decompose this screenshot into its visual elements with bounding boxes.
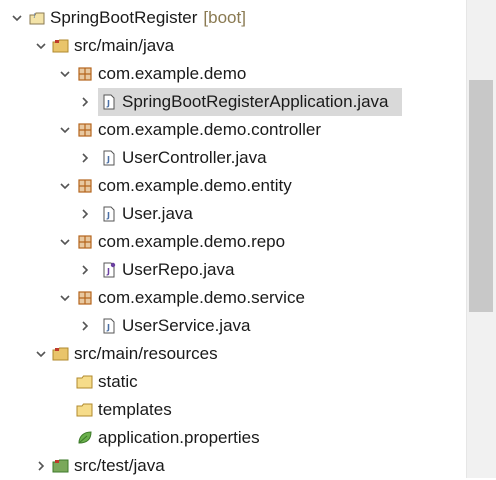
project-name: SpringBootRegister bbox=[50, 8, 198, 27]
tree-item-java-file[interactable]: J UserService.java bbox=[0, 312, 466, 340]
scrollbar-thumb[interactable] bbox=[469, 80, 493, 312]
tree-label: com.example.demo bbox=[98, 64, 247, 83]
project-explorer-tree: J SpringBootRegister [boot] src/main/java… bbox=[0, 0, 466, 478]
tree-label: UserController.java bbox=[122, 148, 267, 167]
tree-item-java-file[interactable]: J SpringBootRegisterApplication.java bbox=[0, 88, 466, 116]
java-file-icon: J bbox=[100, 88, 118, 116]
tree-label: templates bbox=[98, 400, 172, 419]
test-source-folder-icon bbox=[52, 452, 70, 480]
chevron-right-icon[interactable] bbox=[34, 452, 48, 480]
package-icon bbox=[76, 228, 94, 256]
tree-label: application.properties bbox=[98, 428, 260, 447]
chevron-right-icon[interactable] bbox=[78, 88, 92, 116]
chevron-down-icon[interactable] bbox=[34, 32, 48, 60]
chevron-down-icon[interactable] bbox=[58, 60, 72, 88]
folder-icon bbox=[76, 368, 94, 396]
svg-text:J: J bbox=[106, 323, 110, 332]
java-interface-file-icon: J bbox=[100, 256, 118, 284]
tree-item-package[interactable]: com.example.demo.repo bbox=[0, 228, 466, 256]
tree-item-src-main-resources[interactable]: src/main/resources bbox=[0, 340, 466, 368]
chevron-down-icon[interactable] bbox=[58, 228, 72, 256]
svg-text:J: J bbox=[106, 267, 110, 276]
tree-item-java-file[interactable]: J UserController.java bbox=[0, 144, 466, 172]
package-icon bbox=[76, 60, 94, 88]
chevron-down-icon[interactable] bbox=[58, 172, 72, 200]
tree-label: com.example.demo.service bbox=[98, 288, 305, 307]
tree-label: SpringBootRegisterApplication.java bbox=[122, 92, 389, 111]
tree-item-java-file[interactable]: J UserRepo.java bbox=[0, 256, 466, 284]
tree-item-folder[interactable]: templates bbox=[0, 396, 466, 424]
tree-label: static bbox=[98, 372, 138, 391]
tree-label: com.example.demo.repo bbox=[98, 232, 286, 251]
source-folder-icon bbox=[52, 32, 70, 60]
tree-item-project[interactable]: J SpringBootRegister [boot] bbox=[0, 4, 466, 32]
java-file-icon: J bbox=[100, 200, 118, 228]
tree-item-package[interactable]: com.example.demo.service bbox=[0, 284, 466, 312]
tree-label: src/main/java bbox=[74, 36, 175, 55]
svg-text:J: J bbox=[33, 13, 35, 19]
tree-label: com.example.demo.controller bbox=[98, 120, 321, 139]
chevron-right-icon[interactable] bbox=[78, 312, 92, 340]
tree-label: com.example.demo.entity bbox=[98, 176, 292, 195]
chevron-right-icon[interactable] bbox=[78, 256, 92, 284]
tree-item-package[interactable]: com.example.demo bbox=[0, 60, 466, 88]
package-icon bbox=[76, 116, 94, 144]
package-icon bbox=[76, 172, 94, 200]
folder-icon bbox=[76, 396, 94, 424]
chevron-down-icon[interactable] bbox=[10, 4, 24, 32]
tree-label: UserService.java bbox=[122, 316, 251, 335]
chevron-right-icon[interactable] bbox=[78, 200, 92, 228]
svg-text:J: J bbox=[106, 211, 110, 220]
tree-label: src/test/java bbox=[74, 456, 165, 475]
tree-item-properties-file[interactable]: application.properties bbox=[0, 424, 466, 452]
tree-label: UserRepo.java bbox=[122, 260, 235, 279]
project-icon: J bbox=[28, 4, 46, 32]
source-folder-icon bbox=[52, 340, 70, 368]
java-file-icon: J bbox=[100, 144, 118, 172]
vertical-scrollbar[interactable] bbox=[466, 0, 496, 478]
svg-text:J: J bbox=[106, 99, 110, 108]
tree-item-package[interactable]: com.example.demo.controller bbox=[0, 116, 466, 144]
tree-label: User.java bbox=[122, 204, 193, 223]
package-icon bbox=[76, 284, 94, 312]
chevron-down-icon[interactable] bbox=[58, 284, 72, 312]
tree-item-src-main-java[interactable]: src/main/java bbox=[0, 32, 466, 60]
chevron-down-icon[interactable] bbox=[34, 340, 48, 368]
svg-text:J: J bbox=[106, 155, 110, 164]
chevron-right-icon[interactable] bbox=[78, 144, 92, 172]
boot-tag: [boot] bbox=[203, 8, 246, 27]
tree-item-java-file[interactable]: J User.java bbox=[0, 200, 466, 228]
tree-label: src/main/resources bbox=[74, 344, 218, 363]
tree-item-package[interactable]: com.example.demo.entity bbox=[0, 172, 466, 200]
leaf-icon bbox=[76, 424, 94, 452]
tree-item-src-test-java[interactable]: src/test/java bbox=[0, 452, 466, 480]
java-file-icon: J bbox=[100, 312, 118, 340]
chevron-down-icon[interactable] bbox=[58, 116, 72, 144]
tree-item-folder[interactable]: static bbox=[0, 368, 466, 396]
